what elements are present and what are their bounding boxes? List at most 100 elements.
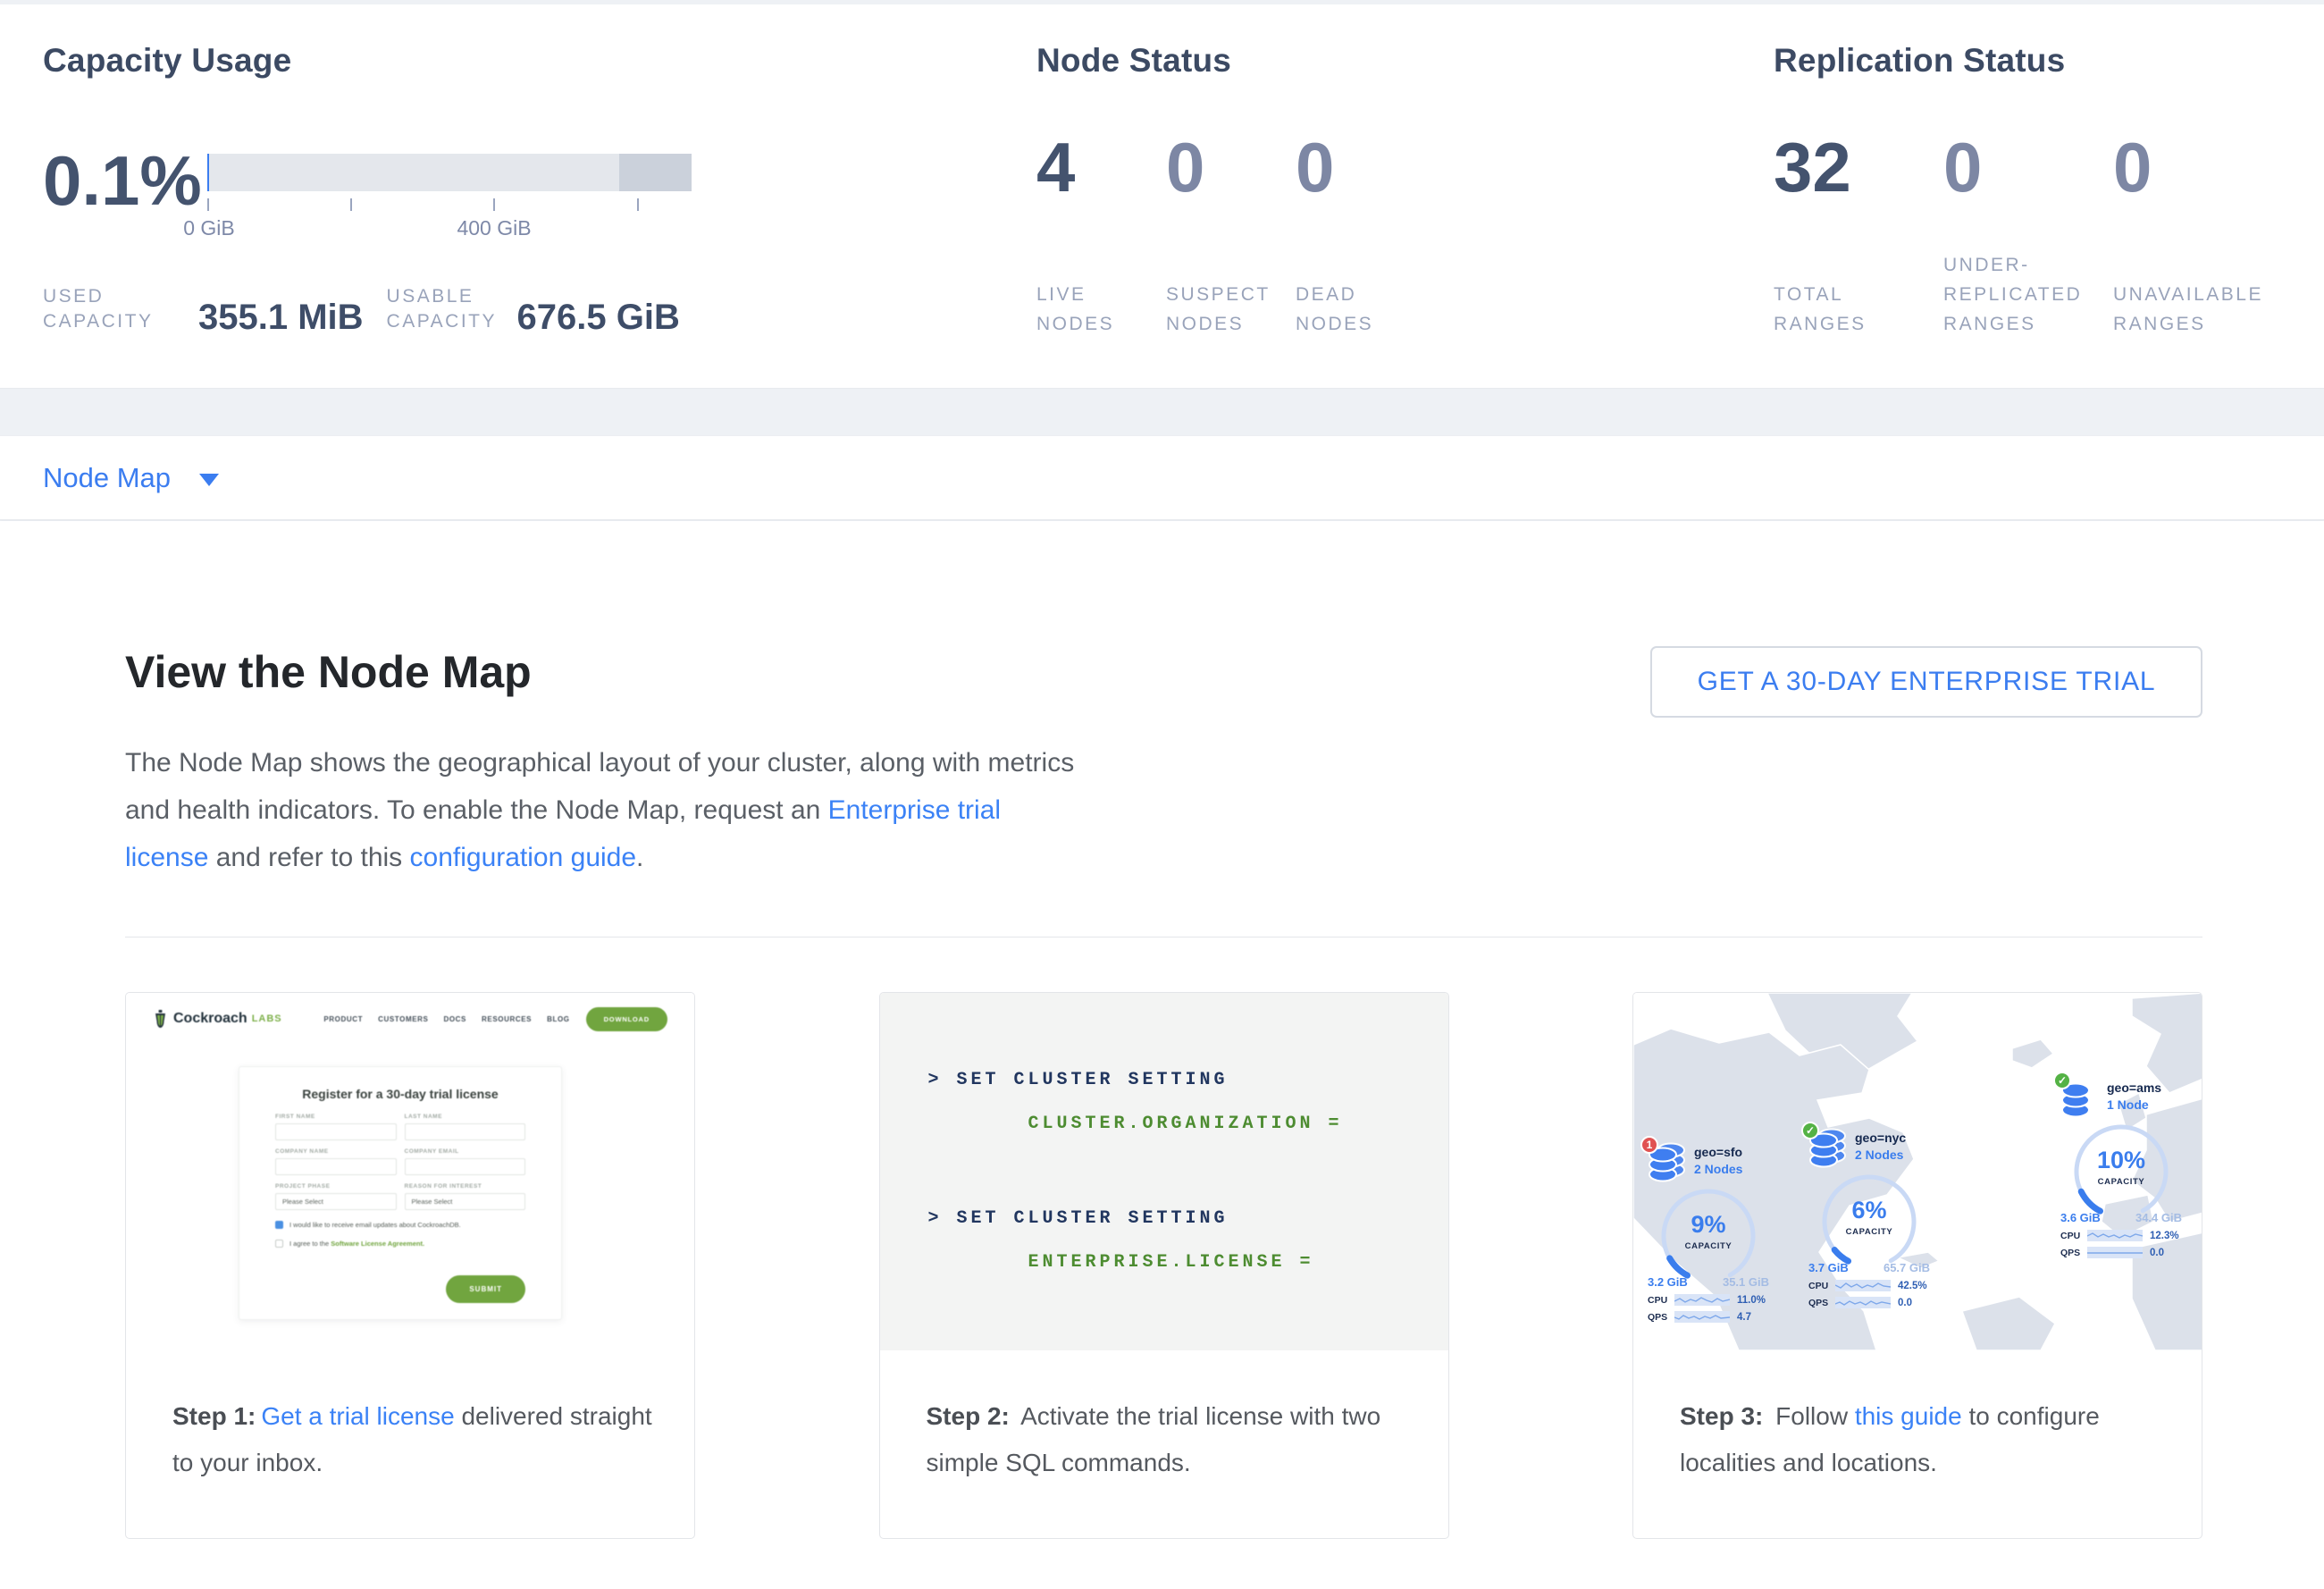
capacity-gauge: 9% CAPACITY [1657, 1184, 1760, 1281]
cpu-sparkline [2087, 1230, 2143, 1241]
checkbox-checked-icon [275, 1221, 283, 1229]
step1-card: CockroachLABS PRODUCT CUSTOMERS DOCS RES… [125, 992, 695, 1539]
enterprise-trial-button[interactable]: GET A 30-DAY ENTERPRISE TRIAL [1650, 646, 2202, 718]
capacity-percent: 9% [1657, 1211, 1760, 1239]
dead-nodes-stat: 0 DEAD NODES [1296, 131, 1425, 339]
cpu-sparkline [1674, 1294, 1730, 1306]
qps-metric: QPS 4.7 [1648, 1311, 1769, 1323]
mini-field-project-phase: PROJECT PHASEPlease Select [275, 1183, 397, 1210]
total-ranges-label: TOTAL RANGES [1774, 280, 1867, 339]
total-ranges-stat: 32 TOTAL RANGES [1774, 131, 1943, 339]
database-icon: ✓ [2060, 1079, 2100, 1118]
unavailable-ranges-label: UNAVAILABLE RANGES [2113, 280, 2263, 339]
get-trial-license-link[interactable]: Get a trial license [261, 1402, 454, 1430]
axis-tick [493, 198, 495, 211]
locality-node-count: 2 Nodes [1855, 1148, 1906, 1162]
axis-tick-label: 0 GiB [183, 216, 235, 240]
capacity-stats-row: USED CAPACITY 355.1 MiB USABLE CAPACITY … [43, 284, 680, 334]
sql-line: > SET CLUSTER SETTING [928, 1070, 1229, 1090]
sql-line: > SET CLUSTER SETTING [928, 1208, 1229, 1229]
node-map-preview: 1 geo=sfo 2 Nodes [1633, 993, 2202, 1350]
mini-checkbox-updates: I would like to receive email updates ab… [275, 1221, 525, 1229]
this-guide-link[interactable]: this guide [1855, 1402, 1962, 1430]
under-replicated-ranges-stat: 0 UNDER- REPLICATED RANGES [1943, 131, 2113, 339]
database-icon: ✓ [1808, 1129, 1848, 1168]
used-capacity-stat: USED CAPACITY 355.1 MiB [43, 284, 364, 334]
mini-site-nav: PRODUCT CUSTOMERS DOCS RESOURCES BLOG DO… [308, 1007, 667, 1031]
sql-line: CLUSTER.ORGANIZATION = [1028, 1114, 1343, 1134]
map-node-nyc: ✓ geo=nyc 2 Nodes [1808, 1129, 1930, 1308]
locality-node-count: 2 Nodes [1694, 1162, 1742, 1176]
live-nodes-label: LIVE NODES [1036, 280, 1114, 339]
usable-capacity-label: USABLE CAPACITY [387, 284, 508, 334]
cpu-metric: CPU 42.5% [1808, 1280, 1930, 1291]
capacity-used-percent: 0.1% [43, 140, 202, 222]
dead-nodes-label: DEAD NODES [1296, 280, 1373, 339]
cockroach-logo-icon [153, 1009, 168, 1029]
suspect-nodes-stat: 0 SUSPECT NODES [1166, 131, 1296, 339]
qps-sparkline [2087, 1247, 2143, 1258]
locality-name: geo=nyc [1855, 1131, 1906, 1145]
used-capacity-label: USED CAPACITY [43, 284, 189, 334]
capacity-bar-reserved-segment [619, 154, 692, 191]
cpu-metric: CPU 11.0% [1648, 1294, 1769, 1306]
cockroach-labs-logo: CockroachLABS [153, 1009, 282, 1029]
qps-sparkline [1835, 1297, 1891, 1308]
mini-site-header: CockroachLABS PRODUCT CUSTOMERS DOCS RES… [126, 993, 694, 1045]
map-node-sfo: 1 geo=sfo 2 Nodes [1648, 1143, 1769, 1323]
node-map-placeholder-page: View the Node Map The Node Map shows the… [0, 521, 2324, 1589]
sql-line: ENTERPRISE.LICENSE = [1028, 1252, 1314, 1273]
live-nodes-value: 4 [1036, 131, 1166, 203]
node-status-section: Node Status 4 LIVE NODES 0 SUSPECT NODES… [1036, 4, 1733, 389]
node-map-dropdown[interactable]: Node Map [43, 462, 219, 494]
qps-metric: QPS 0.0 [2060, 1247, 2182, 1258]
sql-commands-snippet: > SET CLUSTER SETTING CLUSTER.ORGANIZATI… [880, 993, 1448, 1350]
axis-tick [637, 198, 639, 211]
mini-nav-item: CUSTOMERS [378, 1015, 428, 1023]
page-description: The Node Map shows the geographical layo… [125, 739, 1081, 881]
check-icon: ✓ [2053, 1072, 2071, 1089]
locality-name: geo=ams [2107, 1080, 2161, 1095]
cluster-summary-panel: Capacity Usage 0.1% 0 GiB 400 GiB USED C… [0, 4, 2324, 389]
unavailable-ranges-stat: 0 UNAVAILABLE RANGES [2113, 131, 2283, 339]
mini-submit-button: SUBMIT [446, 1275, 525, 1303]
cpu-sparkline [1835, 1280, 1891, 1291]
step3-card: 1 geo=sfo 2 Nodes [1632, 992, 2202, 1539]
mini-field-first-name: FIRST NAME [275, 1114, 397, 1140]
node-map-dropdown-label: Node Map [43, 462, 171, 494]
capacity-percent: 6% [1817, 1197, 1921, 1224]
mini-field-last-name: LAST NAME [405, 1114, 526, 1140]
axis-tick [350, 198, 352, 211]
mini-nav-item: PRODUCT [323, 1015, 363, 1023]
step3-caption: Step 3: Follow this guide to configure l… [1633, 1350, 2202, 1486]
view-selector-bar: Node Map [0, 435, 2324, 520]
capacity-usage-chart: 0 GiB 400 GiB [207, 154, 692, 191]
trial-signup-screenshot: CockroachLABS PRODUCT CUSTOMERS DOCS RES… [126, 993, 694, 1350]
suspect-nodes-value: 0 [1166, 131, 1296, 203]
mini-nav-item: RESOURCES [482, 1015, 532, 1023]
capacity-bar [207, 154, 692, 191]
under-replicated-ranges-label: UNDER- REPLICATED RANGES [1943, 250, 2082, 339]
usable-capacity-value: 676.5 GiB [517, 300, 680, 334]
mini-nav-item: BLOG [547, 1015, 570, 1023]
mini-download-button: DOWNLOAD [586, 1007, 667, 1031]
mini-field-reason: REASON FOR INTERESTPlease Select [405, 1183, 526, 1210]
cpu-metric: CPU 12.3% [2060, 1230, 2182, 1241]
dead-nodes-value: 0 [1296, 131, 1425, 203]
capacity-usage-section: Capacity Usage 0.1% 0 GiB 400 GiB USED C… [43, 4, 1008, 389]
unavailable-ranges-value: 0 [2113, 131, 2283, 203]
checkbox-unchecked-icon [275, 1240, 283, 1248]
configuration-guide-link[interactable]: configuration guide [410, 843, 637, 872]
total-ranges-value: 32 [1774, 131, 1943, 203]
mini-nav-item: DOCS [443, 1015, 466, 1023]
qps-metric: QPS 0.0 [1808, 1297, 1930, 1308]
capacity-gauge: 10% CAPACITY [2069, 1120, 2173, 1216]
mini-field-company-name: COMPANY NAME [275, 1148, 397, 1175]
node-status-title: Node Status [1036, 42, 1231, 80]
replication-status-title: Replication Status [1774, 42, 2065, 80]
capacity-percent: 10% [2069, 1147, 2173, 1174]
axis-tick [207, 198, 209, 211]
capacity-gauge: 6% CAPACITY [1817, 1170, 1921, 1266]
map-node-ams: ✓ geo=ams 1 Node [2060, 1079, 2182, 1258]
suspect-nodes-label: SUSPECT NODES [1166, 280, 1271, 339]
